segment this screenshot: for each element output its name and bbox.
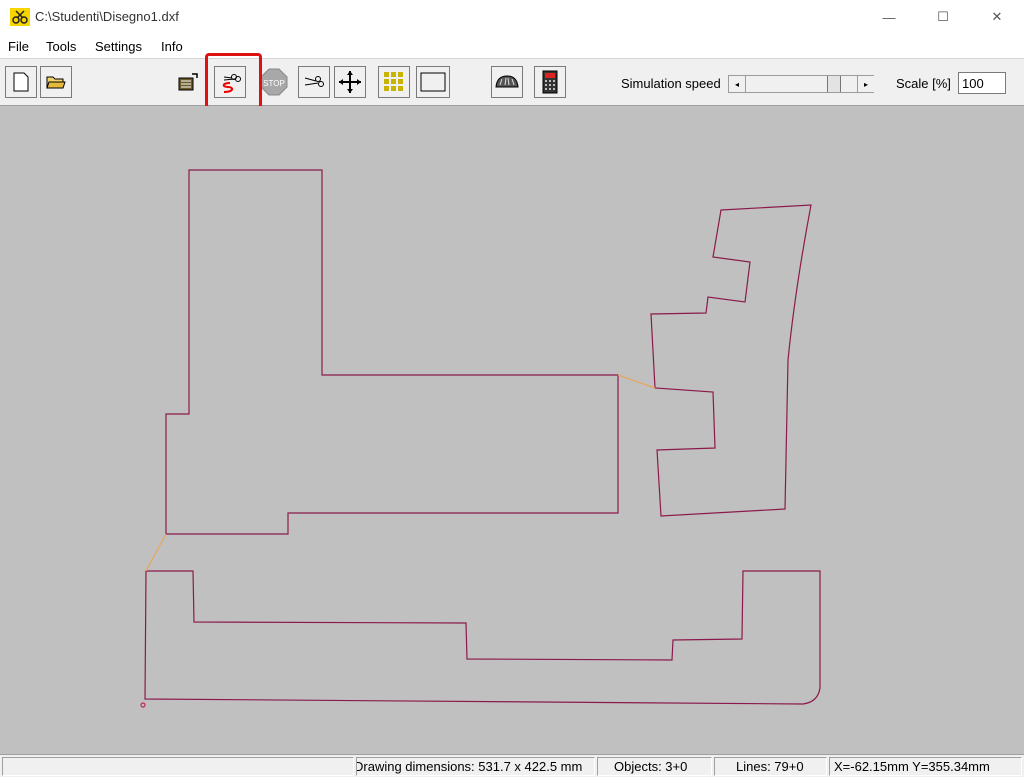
menu-file[interactable]: File	[8, 39, 29, 54]
drawing-shape-right	[650, 204, 812, 517]
simulation-speed-label: Simulation speed	[621, 76, 721, 91]
maximize-button[interactable]: ☐	[920, 0, 966, 34]
grid-button[interactable]	[378, 66, 410, 98]
drawing-shape-bottom	[144, 570, 821, 705]
cutter-head-button[interactable]	[491, 66, 523, 98]
selected-button-highlight	[205, 53, 262, 109]
grid-icon	[384, 72, 403, 91]
window-title: C:\Studenti\Disegno1.dxf	[35, 9, 179, 24]
close-button[interactable]: ✕	[974, 0, 1020, 34]
connector-line	[617, 374, 656, 389]
menu-bar: File Tools Settings Info	[0, 34, 1024, 58]
status-coordinates: X=-62.15mm Y=355.34mm	[829, 757, 1022, 776]
close-icon: ✕	[991, 9, 1003, 24]
new-file-icon	[13, 72, 29, 92]
move-icon	[339, 71, 361, 93]
scale-input[interactable]	[958, 72, 1006, 94]
rectangle-icon	[420, 72, 446, 92]
drawing-canvas[interactable]	[0, 106, 1024, 754]
cut-icon	[304, 76, 324, 87]
slider-left-arrow[interactable]: ◂	[729, 76, 746, 92]
maximize-icon: ☐	[937, 9, 949, 24]
start-point-marker	[140, 702, 146, 708]
menu-settings[interactable]: Settings	[95, 39, 142, 54]
minimize-button[interactable]: —	[866, 0, 912, 34]
menu-tools[interactable]: Tools	[46, 39, 76, 54]
export-gcode-button[interactable]	[172, 66, 204, 98]
scale-label: Scale [%]	[896, 76, 951, 91]
minimize-icon: —	[882, 9, 896, 25]
controller-button[interactable]	[534, 66, 566, 98]
stop-icon-label: STOP	[263, 79, 285, 88]
connector-line	[145, 533, 167, 572]
status-objects: Objects: 3+0	[597, 757, 712, 776]
controller-device-icon	[542, 70, 558, 94]
status-drawing-dimensions: Drawing dimensions: 531.7 x 422.5 mm	[356, 757, 595, 776]
rectangle-button[interactable]	[416, 66, 450, 98]
cut-button[interactable]	[298, 66, 330, 98]
status-bar: Drawing dimensions: 531.7 x 422.5 mm Obj…	[0, 754, 1024, 777]
status-panel-empty	[2, 757, 354, 776]
app-scissors-icon	[10, 8, 30, 26]
move-button[interactable]	[334, 66, 366, 98]
menu-info[interactable]: Info	[161, 39, 183, 54]
open-folder-icon	[46, 76, 66, 89]
drawing-svg	[140, 169, 821, 708]
slider-right-arrow[interactable]: ▸	[857, 76, 874, 92]
cutter-head-icon	[495, 75, 519, 88]
stop-icon: STOP	[260, 68, 288, 96]
simulation-speed-slider[interactable]: ◂ ▸	[728, 75, 874, 93]
drawing-shape-top-left	[165, 169, 619, 535]
export-gcode-icon	[178, 73, 198, 91]
slider-thumb[interactable]	[827, 76, 841, 92]
open-file-button[interactable]	[40, 66, 72, 98]
title-bar: C:\Studenti\Disegno1.dxf — ☐ ✕	[0, 0, 1024, 34]
new-file-button[interactable]	[5, 66, 37, 98]
status-drawing-dimensions-text: Drawing dimensions: 531.7 x 422.5 mm	[356, 759, 583, 774]
stop-button[interactable]: STOP	[258, 66, 290, 98]
status-lines: Lines: 79+0	[714, 757, 827, 776]
